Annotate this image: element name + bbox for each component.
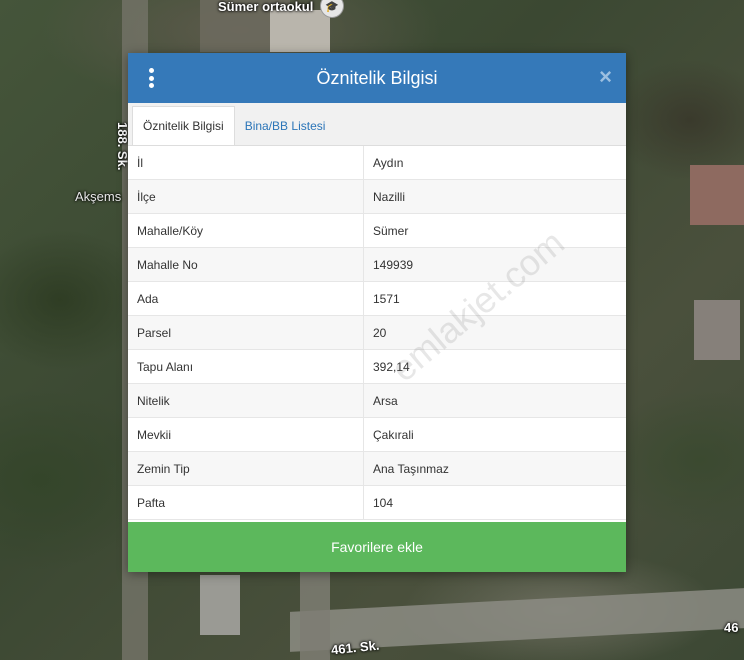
map-label-akse: Akşems bbox=[75, 189, 122, 204]
row-value: Nazilli bbox=[363, 179, 626, 214]
attribute-table: İl Aydın İlçe Nazilli Mahalle/Köy Sümer … bbox=[128, 146, 626, 520]
vertical-dots-menu-icon[interactable] bbox=[146, 68, 156, 88]
table-row: Pafta 104 bbox=[128, 485, 626, 520]
row-key: İlçe bbox=[128, 179, 364, 214]
row-key: Mahalle No bbox=[128, 247, 364, 282]
row-value: 149939 bbox=[363, 247, 626, 282]
row-value: 20 bbox=[363, 315, 626, 350]
table-row: İlçe Nazilli bbox=[128, 179, 626, 214]
row-value: Arsa bbox=[363, 383, 626, 418]
row-key: Nitelik bbox=[128, 383, 364, 418]
row-key: Parsel bbox=[128, 315, 364, 350]
row-value: 104 bbox=[363, 485, 626, 520]
table-row: Tapu Alanı 392,14 bbox=[128, 349, 626, 384]
row-value: 1571 bbox=[363, 281, 626, 316]
row-value: Aydın bbox=[363, 146, 626, 180]
table-row: Parsel 20 bbox=[128, 315, 626, 350]
table-row: Mevkii Çakırali bbox=[128, 417, 626, 452]
modal-title: Öznitelik Bilgisi bbox=[316, 67, 438, 88]
school-marker-icon[interactable]: 🎓 bbox=[320, 0, 344, 18]
modal-header: Öznitelik Bilgisi × bbox=[128, 53, 626, 103]
table-row: İl Aydın bbox=[128, 146, 626, 180]
table-row: Nitelik Arsa bbox=[128, 383, 626, 418]
row-key: Tapu Alanı bbox=[128, 349, 364, 384]
add-to-favorites-button[interactable]: Favorilere ekle bbox=[128, 522, 626, 572]
map-label-school: Sümer ortaokul bbox=[218, 0, 314, 14]
row-value: Ana Taşınmaz bbox=[363, 451, 626, 486]
table-row: Mahalle No 149939 bbox=[128, 247, 626, 282]
table-row: Zemin Tip Ana Taşınmaz bbox=[128, 451, 626, 486]
tab-attribute-info[interactable]: Öznitelik Bilgisi bbox=[132, 106, 235, 145]
road-vertical bbox=[300, 570, 330, 660]
building-roof bbox=[270, 10, 330, 52]
row-key: Zemin Tip bbox=[128, 451, 364, 486]
modal-tabs: Öznitelik Bilgisi Bina/BB Listesi bbox=[128, 103, 626, 146]
row-key: Ada bbox=[128, 281, 364, 316]
row-key: Mevkii bbox=[128, 417, 364, 452]
attribute-info-modal: Öznitelik Bilgisi × Öznitelik Bilgisi Bi… bbox=[128, 53, 626, 572]
table-row: Mahalle/Köy Sümer bbox=[128, 213, 626, 248]
building-roof bbox=[200, 575, 240, 635]
row-value: Çakırali bbox=[363, 417, 626, 452]
building-roof bbox=[690, 165, 744, 225]
map-label-edge: 46 bbox=[724, 620, 739, 635]
row-key: Mahalle/Köy bbox=[128, 213, 364, 248]
tab-building-list[interactable]: Bina/BB Listesi bbox=[235, 107, 336, 145]
row-key: İl bbox=[128, 146, 364, 180]
row-value: Sümer bbox=[363, 213, 626, 248]
close-icon[interactable]: × bbox=[599, 66, 612, 88]
building-roof bbox=[694, 300, 740, 360]
row-key: Pafta bbox=[128, 485, 364, 520]
table-row: Ada 1571 bbox=[128, 281, 626, 316]
row-value: 392,14 bbox=[363, 349, 626, 384]
